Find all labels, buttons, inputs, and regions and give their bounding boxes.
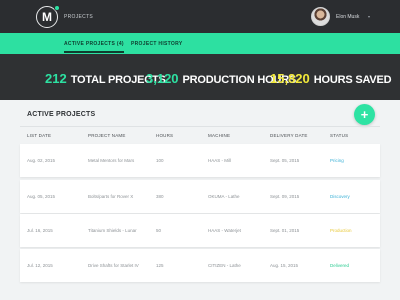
stat-hours-saved: 15,820 Hours Saved [270,70,392,88]
status-badge: Discovery [330,194,350,199]
cell-machine: CITIZEN - Lathe [208,263,241,268]
project-tabs: Active Projects (4) Project History [0,33,400,54]
status-badge: Production [330,228,352,233]
cell-machine: OKUMA - Lathe [208,194,240,199]
cell-list-date: Jul. 12, 2015 [27,263,53,268]
tab-project-history[interactable]: Project History [131,41,182,47]
chevron-down-icon[interactable]: ▾ [368,14,370,19]
column-header-project-name[interactable]: Project Name [88,133,126,138]
table-row[interactable]: Jul. 16, 2015 Titanium Shields - Lunar 5… [20,214,380,247]
cell-list-date: Aug. 05, 2015 [27,194,56,199]
table-row[interactable]: Jul. 12, 2015 Drive Shafts for Starlet I… [20,249,380,282]
add-project-button[interactable]: + [354,104,375,125]
status-badge: Pricing [330,158,344,163]
stat-value: 15,820 [270,71,310,86]
column-header-delivery-date[interactable]: Delivery Date [270,133,308,138]
notification-dot [54,5,60,11]
logo-letter: M [42,10,52,24]
cell-list-date: Jul. 16, 2015 [27,228,53,233]
cell-hours: 125 [156,263,164,268]
stats-summary: 212 Total Projects 3,120 Production Hours … [0,54,400,100]
cell-project-name: Drive Shafts for Starlet IV [88,263,139,268]
cell-delivery-date: Sept. 05, 2015 [270,158,300,163]
table-row[interactable]: Aug. 02, 2015 Metal Mentors for Mars 100… [20,144,380,177]
nav-projects-link[interactable]: Projects [64,14,93,20]
cell-list-date: Aug. 02, 2015 [27,158,56,163]
cell-machine: HAAS - Mill [208,158,232,163]
column-header-status[interactable]: Status [330,133,348,138]
stat-value: 3,120 [146,71,179,86]
column-header-list-date[interactable]: List Date [27,133,51,138]
app-logo[interactable]: M [36,5,60,28]
top-navigation-bar: M Projects Elon Musk ▾ [0,0,400,33]
column-header-machine[interactable]: Machine [208,133,230,138]
cell-project-name: Bolts/parts for Rover X [88,194,134,199]
user-avatar[interactable] [311,7,330,26]
cell-hours: 50 [156,228,162,233]
status-badge: Delivered [330,263,350,268]
table-row[interactable]: Aug. 05, 2015 Bolts/parts for Rover X 38… [20,180,380,213]
user-name[interactable]: Elon Musk [336,14,359,20]
stat-label: Hours Saved [313,74,392,86]
cell-delivery-date: Sept. 09, 2015 [270,194,300,199]
cell-hours: 380 [156,194,164,199]
cell-project-name: Metal Mentors for Mars [88,158,135,163]
stat-value: 212 [45,71,67,86]
cell-delivery-date: Aug. 15, 2015 [270,263,299,268]
cell-hours: 100 [156,158,164,163]
cell-machine: HAAS - Waterjet [208,228,241,233]
section-title: Active Projects [27,111,96,118]
cell-project-name: Titanium Shields - Lunar [88,228,137,233]
section-divider [20,126,380,127]
cell-delivery-date: Sept. 01, 2015 [270,228,300,233]
column-header-hours[interactable]: Hours [156,133,173,138]
tab-active-projects[interactable]: Active Projects (4) [64,41,124,53]
